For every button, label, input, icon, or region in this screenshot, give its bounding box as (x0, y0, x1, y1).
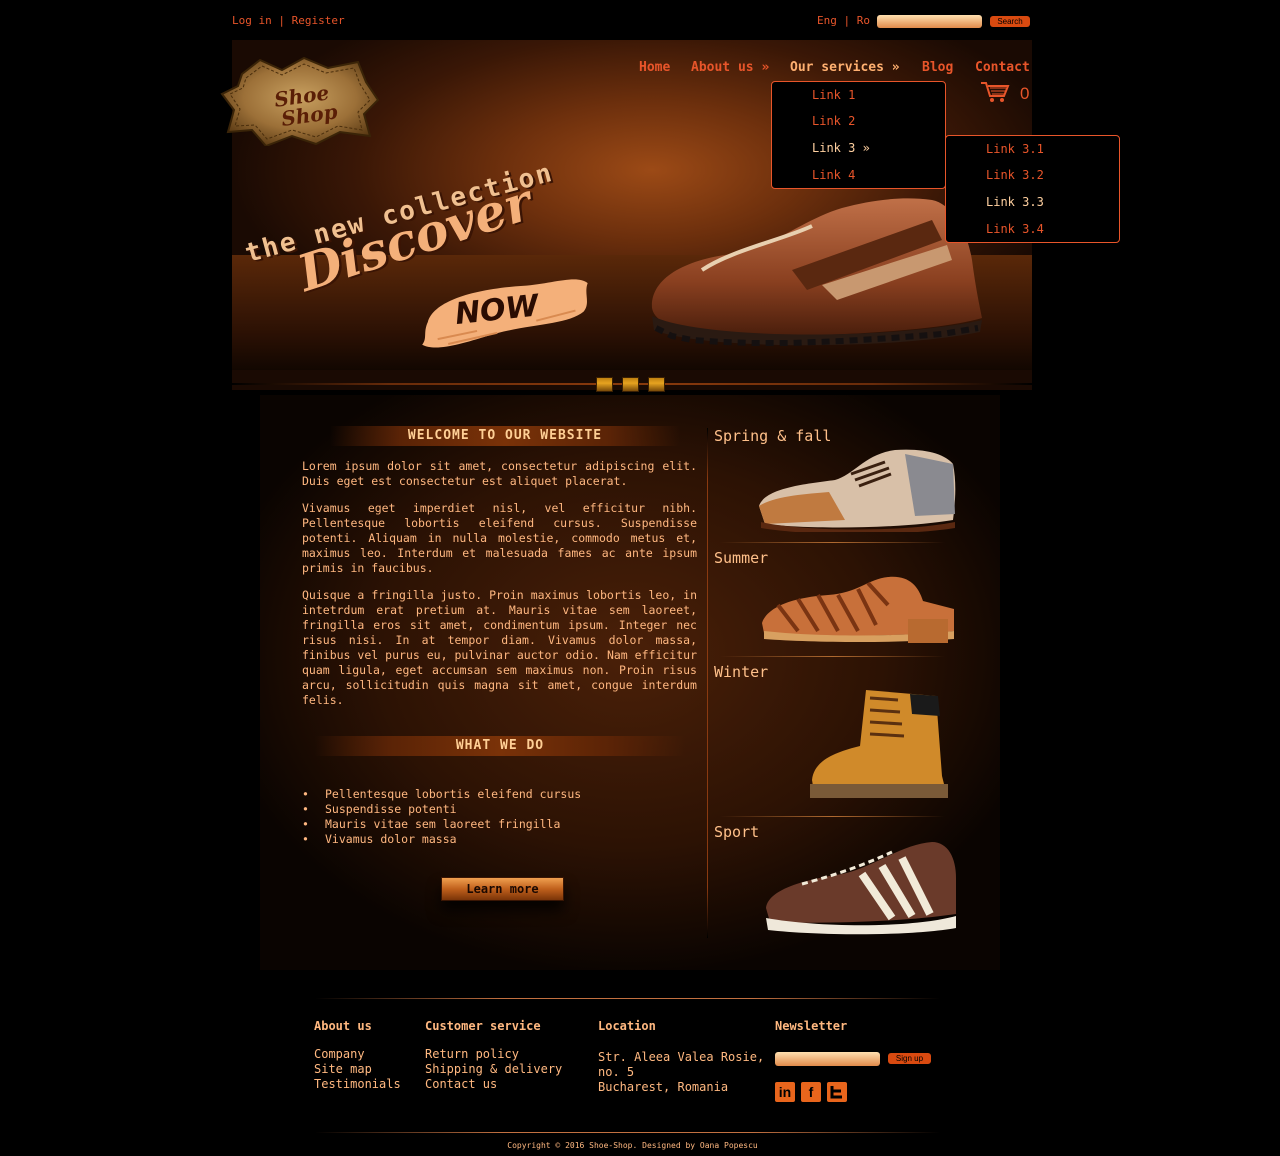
services-dropdown: Link 1 Link 2 Link 3 » Link 4 (771, 81, 946, 189)
footer-about-title: About us (314, 1019, 372, 1033)
list-item: Suspendisse potenti (302, 802, 581, 817)
category-spring-fall[interactable]: Spring & fall (714, 427, 831, 445)
register-link[interactable]: Register (292, 14, 345, 27)
slider-dot-3[interactable] (648, 377, 665, 392)
login-link[interactable]: Log in (232, 14, 272, 27)
winter-boot-image[interactable] (806, 680, 952, 800)
slider-dot-1[interactable] (596, 377, 613, 392)
footer-newsletter-title: Newsletter (775, 1019, 848, 1033)
footer-link-company[interactable]: Company (314, 1047, 365, 1061)
dropdown-link-3[interactable]: Link 3 » (812, 141, 870, 155)
footer-location-title: Location (598, 1019, 656, 1033)
nav-blog[interactable]: Blog (922, 60, 953, 75)
twitter-icon[interactable] (827, 1082, 847, 1102)
footer-divider-top (315, 998, 940, 999)
list-item: Vivamus dolor massa (302, 832, 581, 847)
welcome-paragraph-2: Vivamus eget imperdiet nisl, vel efficit… (302, 501, 697, 575)
search-button[interactable]: Search (990, 16, 1030, 27)
footer-customer-title: Customer service (425, 1019, 541, 1033)
footer-divider-bottom (315, 1132, 940, 1133)
category-separator (720, 816, 945, 817)
learn-more-button[interactable]: Learn more (441, 877, 564, 901)
newsletter-signup-button[interactable]: Sign up (888, 1053, 931, 1064)
lang-separator: | (843, 14, 851, 27)
welcome-heading: WELCOME TO OUR WEBSITE (330, 426, 680, 446)
slider-dot-2[interactable] (622, 377, 639, 392)
welcome-paragraph-3: Quisque a fringilla justo. Proin maximus… (302, 588, 697, 707)
cart-count: 0 (1020, 84, 1030, 103)
submenu-link-3-4[interactable]: Link 3.4 (986, 222, 1044, 236)
list-item: Mauris vitae sem laoreet fringilla (302, 817, 581, 832)
submenu-link-3-1[interactable]: Link 3.1 (986, 142, 1044, 156)
column-divider (707, 428, 708, 938)
search-input[interactable] (877, 15, 982, 28)
lang-en-link[interactable]: Eng (817, 14, 837, 27)
submenu-link-3-3[interactable]: Link 3.3 (986, 195, 1044, 209)
top-bar: Log in | Register Eng | Ro Search (232, 14, 1032, 32)
category-separator (720, 656, 945, 657)
footer-address-line-1: Str. Aleea Valea Rosie, (598, 1050, 765, 1064)
copyright-text: Copyright © 2016 Shoe-Shop. Designed by … (507, 1141, 758, 1150)
sport-sneaker-image[interactable] (762, 838, 958, 936)
now-cta-button[interactable]: NOW (412, 265, 597, 355)
welcome-paragraph-1: Lorem ipsum dolor sit amet, consectetur … (302, 459, 697, 488)
dropdown-link-2[interactable]: Link 2 (812, 114, 855, 128)
list-item: Pellentesque lobortis eleifend cursus (302, 787, 581, 802)
auth-links: Log in | Register (232, 14, 345, 27)
cart-widget[interactable]: 0 (980, 80, 1040, 106)
category-sport[interactable]: Sport (714, 823, 759, 841)
dropdown-link-4[interactable]: Link 4 (812, 168, 855, 182)
nav-our-services[interactable]: Our services » (790, 60, 900, 75)
footer-link-shipping[interactable]: Shipping & delivery (425, 1062, 562, 1076)
services-list: Pellentesque lobortis eleifend cursus Su… (302, 787, 581, 847)
facebook-icon[interactable]: f (801, 1082, 821, 1102)
footer-address-line-2: no. 5 (598, 1065, 635, 1079)
logo[interactable]: Shoe Shop (220, 56, 380, 148)
linkedin-icon[interactable]: in (775, 1082, 795, 1102)
footer-address-line-3: Bucharest, Romania (598, 1080, 729, 1094)
language-switcher: Eng | Ro (817, 14, 870, 27)
summer-sandal-image[interactable] (758, 565, 958, 643)
banner-subtitle: the new collection (242, 157, 557, 269)
auth-separator: | (278, 14, 285, 27)
newsletter-email-input[interactable] (775, 1052, 880, 1066)
logo-text: Shoe Shop (266, 80, 341, 131)
nav-contact[interactable]: Contact (975, 60, 1030, 75)
dropdown-link-1[interactable]: Link 1 (812, 88, 855, 102)
category-separator (720, 542, 945, 543)
spring-fall-shoe-image[interactable] (755, 444, 960, 534)
footer-link-return-policy[interactable]: Return policy (425, 1047, 519, 1061)
lang-ro-link[interactable]: Ro (857, 14, 870, 27)
what-we-do-heading: WHAT WE DO (315, 736, 685, 756)
footer-link-contact[interactable]: Contact us (425, 1077, 497, 1091)
category-winter[interactable]: Winter (714, 663, 768, 681)
cart-icon (981, 82, 1010, 102)
footer-link-site-map[interactable]: Site map (314, 1062, 372, 1076)
hero-shoe-image (642, 190, 987, 350)
nav-home[interactable]: Home (639, 60, 670, 75)
link3-submenu: Link 3.1 Link 3.2 Link 3.3 Link 3.4 (945, 135, 1120, 243)
submenu-link-3-2[interactable]: Link 3.2 (986, 168, 1044, 182)
footer-link-testimonials[interactable]: Testimonials (314, 1077, 401, 1091)
nav-about-us[interactable]: About us » (691, 60, 769, 75)
